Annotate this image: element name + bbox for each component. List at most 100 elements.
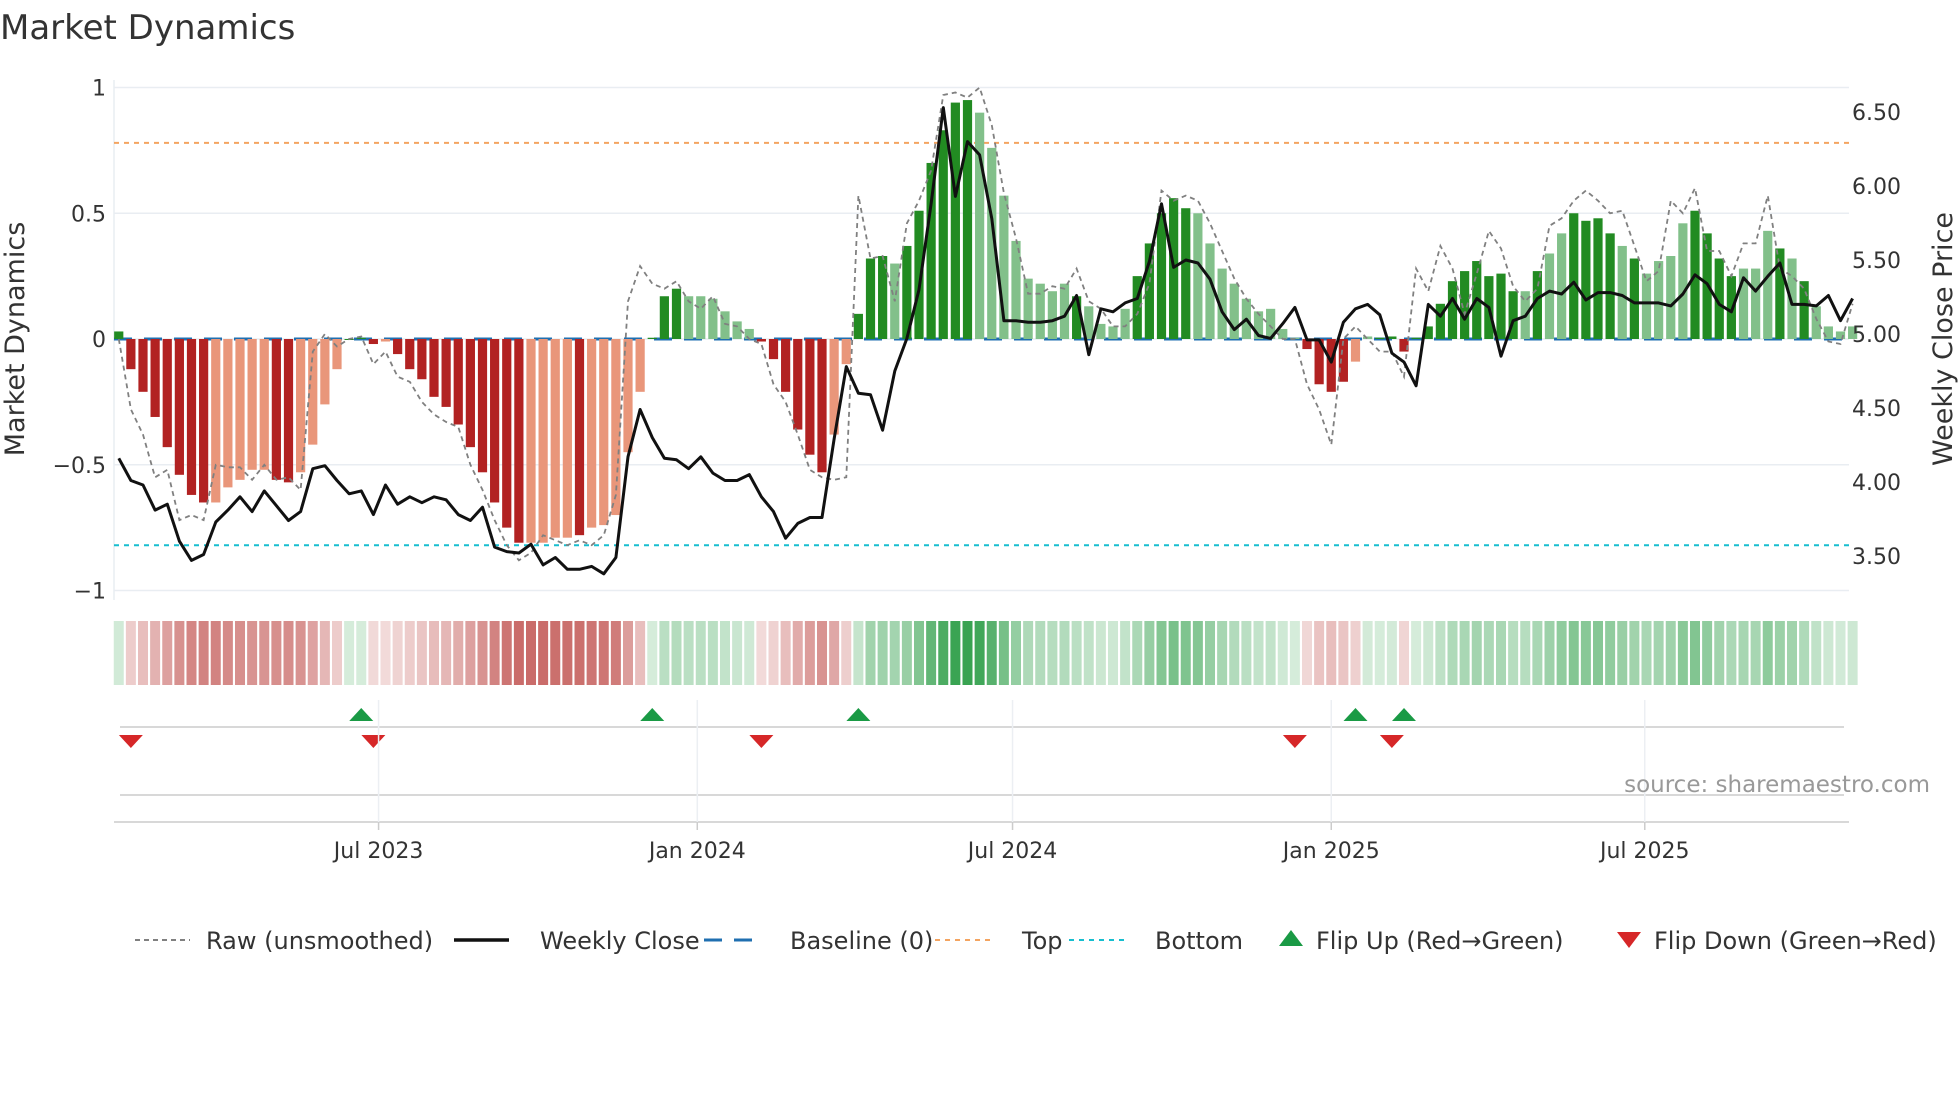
right-axis: 6.50 6.00 5.50 5.00 4.50 4.00 3.50 xyxy=(1852,101,1901,570)
heat-cell xyxy=(1738,621,1749,685)
dynamics-bar xyxy=(1593,218,1603,339)
dynamics-bar xyxy=(199,339,209,503)
dynamics-bar xyxy=(1581,220,1591,339)
weekly-close-series xyxy=(117,106,1854,576)
flip-markers xyxy=(118,708,1844,796)
dynamics-bar xyxy=(477,339,488,473)
heat-cell xyxy=(683,621,694,685)
heat-cell xyxy=(138,621,148,685)
heat-cell xyxy=(380,621,391,685)
heat-cell xyxy=(1580,621,1591,685)
heat-cell xyxy=(1423,621,1434,685)
heat-cell xyxy=(150,621,161,685)
heat-cell xyxy=(319,621,330,685)
dynamics-bar xyxy=(805,339,815,455)
heat-cell xyxy=(1690,621,1700,685)
legend-flip-up-icon xyxy=(1279,930,1303,946)
dynamics-bar xyxy=(865,258,876,339)
heat-cell xyxy=(1374,621,1385,685)
heat-cell xyxy=(332,621,342,685)
heat-cell xyxy=(1629,621,1640,685)
heat-cell xyxy=(1835,621,1846,685)
dynamics-bar xyxy=(1544,253,1555,339)
y-tick-label: −1 xyxy=(74,580,106,605)
y2-tick-label: 6.50 xyxy=(1852,101,1901,126)
heat-cell xyxy=(1350,621,1361,685)
heat-cell xyxy=(162,621,173,685)
heat-cell xyxy=(1823,621,1834,685)
dynamics-bar xyxy=(429,339,439,397)
heat-cell xyxy=(1483,621,1494,685)
dynamics-bar xyxy=(441,339,451,407)
dynamics-bar xyxy=(1617,245,1627,339)
heat-cell xyxy=(1447,621,1458,685)
dynamics-bar xyxy=(453,339,463,425)
heat-cell xyxy=(1229,621,1240,685)
heat-cell xyxy=(235,621,245,685)
dynamics-bar xyxy=(768,339,779,360)
dynamics-bar xyxy=(368,339,378,345)
heat-cell xyxy=(586,621,597,685)
heat-cell xyxy=(356,621,367,685)
heat-cell xyxy=(1289,621,1300,685)
dynamics-bar xyxy=(223,339,233,488)
y2-tick-label: 5.00 xyxy=(1852,323,1901,348)
dynamics-bar xyxy=(1496,273,1506,339)
dynamics-bar xyxy=(853,313,863,339)
heat-cell xyxy=(1338,621,1349,685)
dynamics-bar xyxy=(684,296,694,339)
dynamics-bar xyxy=(781,339,791,392)
legend: Raw (unsmoothed) Weekly Close Baseline (0)… xyxy=(135,927,1937,955)
heat-cell xyxy=(1011,621,1021,685)
heat-cell xyxy=(1496,621,1506,685)
heat-cell xyxy=(1205,621,1215,685)
heat-cell xyxy=(841,621,852,685)
dynamics-bar xyxy=(126,339,136,370)
heat-cell xyxy=(1314,621,1325,685)
dynamics-bar xyxy=(671,288,682,339)
heat-cell xyxy=(998,621,1009,685)
heat-cell xyxy=(1023,621,1034,685)
dynamics-bar xyxy=(756,339,766,342)
dynamics-bar xyxy=(1569,213,1579,339)
dynamics-bar xyxy=(635,339,645,392)
heat-cell xyxy=(804,621,815,685)
heat-cell xyxy=(222,621,233,685)
heat-cell xyxy=(1726,621,1737,685)
heat-cell xyxy=(1265,621,1276,685)
dynamics-bar xyxy=(1047,291,1057,339)
dynamics-bar xyxy=(138,339,148,392)
heat-cell xyxy=(574,621,585,685)
dynamics-bar xyxy=(235,339,245,480)
weekly-close-line xyxy=(117,106,1854,576)
dynamics-bar xyxy=(526,339,536,543)
heat-cell xyxy=(210,621,221,685)
heat-cell xyxy=(792,621,803,685)
heat-cell xyxy=(526,621,536,685)
heat-cell xyxy=(1326,621,1337,685)
heat-cell xyxy=(598,621,609,685)
y-tick-label: 1 xyxy=(92,77,106,102)
dynamics-bar xyxy=(962,100,973,339)
dynamics-bar xyxy=(950,102,960,339)
dynamics-bar xyxy=(1108,326,1118,339)
heat-cell xyxy=(368,621,379,685)
heat-cell xyxy=(962,621,973,685)
y2-tick-label: 3.50 xyxy=(1852,545,1901,570)
heat-cell xyxy=(174,621,185,685)
x-tick-label: Jan 2025 xyxy=(1281,839,1380,864)
heat-cell xyxy=(1714,621,1725,685)
legend-label: Bottom xyxy=(1155,927,1243,955)
heat-cell xyxy=(1071,621,1082,685)
heat-cell xyxy=(392,621,403,685)
raw-series xyxy=(117,85,1854,562)
heat-cell xyxy=(344,621,355,685)
heat-cell xyxy=(914,621,924,685)
heat-cell xyxy=(538,621,549,685)
heat-cell xyxy=(865,621,876,685)
heat-cell xyxy=(501,621,512,685)
heat-cell xyxy=(283,621,294,685)
heat-cell xyxy=(1156,621,1167,685)
heat-cell xyxy=(1847,621,1858,685)
heat-cell xyxy=(259,621,270,685)
